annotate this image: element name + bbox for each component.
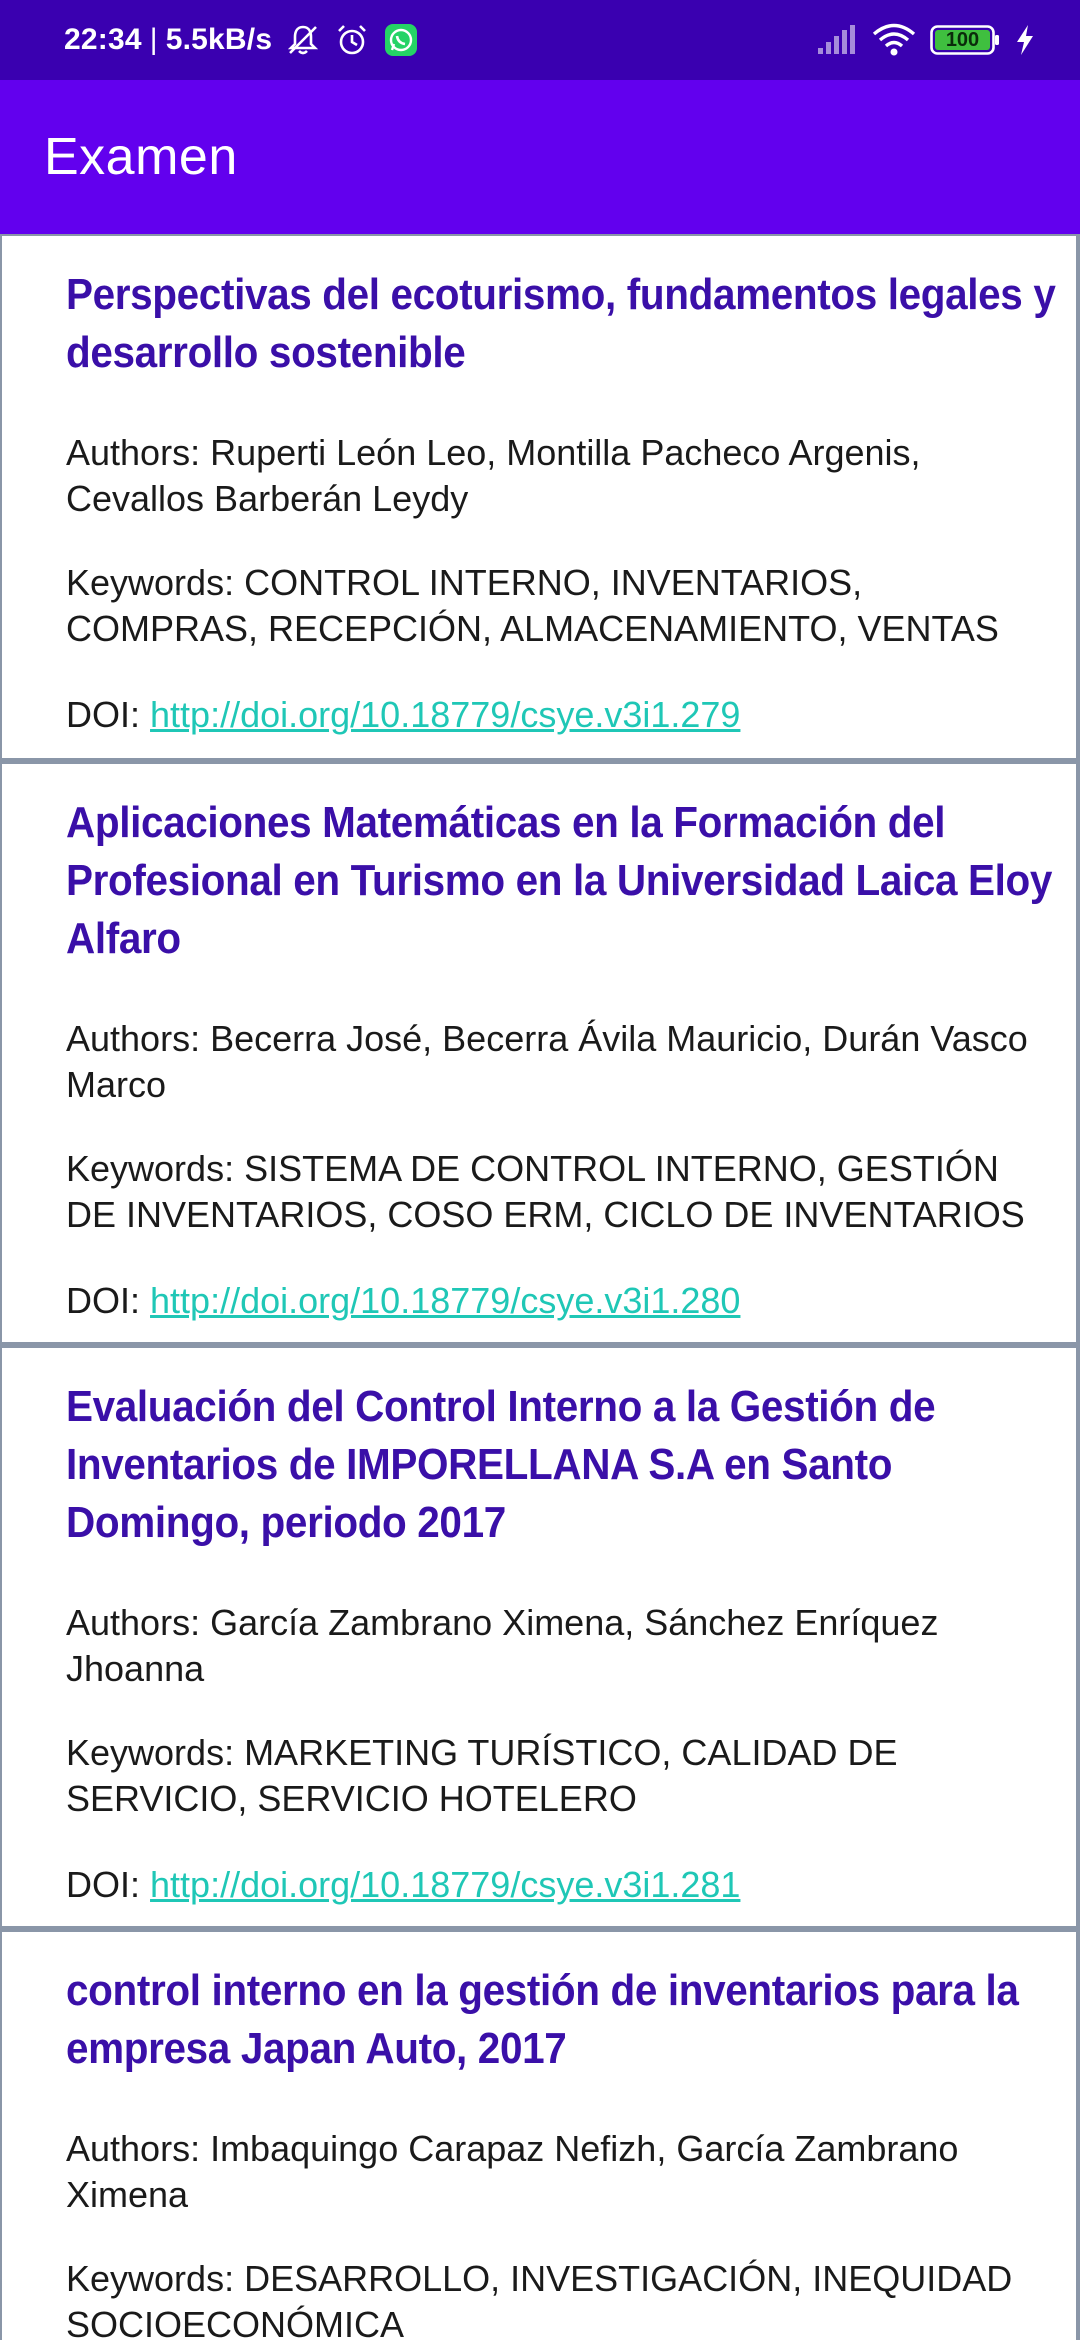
whatsapp-icon <box>384 23 418 57</box>
article-title: Aplicaciones Matemáticas en la Formación… <box>66 798 1053 963</box>
doi-link[interactable]: http://doi.org/10.18779/csye.v3i1.280 <box>150 1280 740 1321</box>
battery-icon: 100 <box>930 24 1000 56</box>
article-keywords: Keywords: SISTEMA DE CONTROL INTERNO, GE… <box>66 1148 1025 1235</box>
article-authors: Authors: Imbaquingo Carapaz Nefizh, Garc… <box>66 2128 959 2215</box>
doi-link[interactable]: http://doi.org/10.18779/csye.v3i1.279 <box>150 694 740 735</box>
doi-label: DOI: <box>66 1280 141 1321</box>
article-title: Evaluación del Control Interno a la Gest… <box>66 1382 936 1547</box>
article-keywords: Keywords: MARKETING TURÍSTICO, CALIDAD D… <box>66 1732 898 1819</box>
status-time: 22:34 <box>64 23 142 56</box>
article-title: Perspectivas del ecoturismo, fundamentos… <box>66 270 1056 377</box>
alarm-icon <box>334 22 370 58</box>
status-separator: | <box>149 23 158 56</box>
mute-icon <box>286 23 320 57</box>
doi-label: DOI: <box>66 694 141 735</box>
doi-label: DOI: <box>66 1864 141 1905</box>
article-doi: DOI: http://doi.org/10.18779/csye.v3i1.2… <box>66 1278 1046 1324</box>
app-bar: Examen <box>0 80 1080 234</box>
app-title: Examen <box>44 128 238 186</box>
article-doi: DOI: http://doi.org/10.18779/csye.v3i1.2… <box>66 1862 1046 1908</box>
article-authors: Authors: Becerra José, Becerra Ávila Mau… <box>66 1018 1028 1105</box>
article-card[interactable]: Perspectivas del ecoturismo, fundamentos… <box>2 236 1076 758</box>
article-list[interactable]: Perspectivas del ecoturismo, fundamentos… <box>0 234 1080 2340</box>
article-doi: DOI: http://doi.org/10.18779/csye.v3i1.2… <box>66 692 1046 738</box>
status-bar: 22:34 | 5.5kB/s 100 <box>0 0 1080 80</box>
article-title: control interno en la gestión de inventa… <box>66 1966 1019 2073</box>
article-keywords: Keywords: DESARROLLO, INVESTIGACIÓN, INE… <box>66 2258 1013 2340</box>
article-card[interactable]: Aplicaciones Matemáticas en la Formación… <box>2 764 1076 1342</box>
status-left: 22:34 | 5.5kB/s <box>64 22 418 58</box>
status-right: 100 <box>816 23 1036 57</box>
article-authors: Authors: Ruperti León Leo, Montilla Pach… <box>66 432 921 519</box>
article-authors: Authors: García Zambrano Ximena, Sánchez… <box>66 1602 939 1689</box>
battery-level: 100 <box>945 29 980 51</box>
article-keywords: Keywords: CONTROL INTERNO, INVENTARIOS, … <box>66 562 999 649</box>
charging-icon <box>1014 24 1036 56</box>
signal-icon <box>816 24 858 56</box>
wifi-icon <box>872 23 916 57</box>
doi-link[interactable]: http://doi.org/10.18779/csye.v3i1.281 <box>150 1864 740 1905</box>
article-card[interactable]: control interno en la gestión de inventa… <box>2 1932 1076 2340</box>
article-card[interactable]: Evaluación del Control Interno a la Gest… <box>2 1348 1076 1926</box>
status-speed: 5.5kB/s <box>165 23 273 56</box>
